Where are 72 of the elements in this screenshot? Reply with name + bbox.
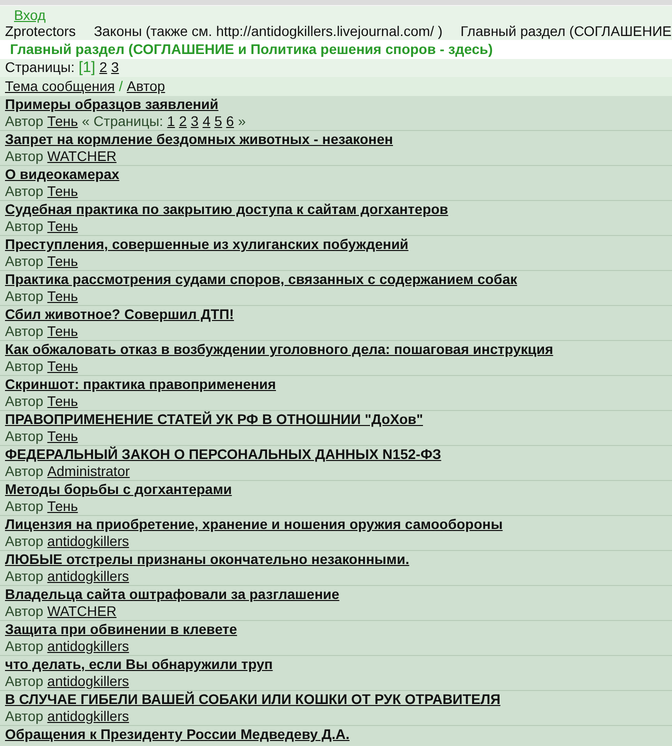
author-label: Автор (5, 288, 44, 305)
topic-link[interactable]: Судебная практика по закрытию доступа к сайтам догхантеров (5, 201, 448, 217)
topic-link[interactable]: ЛЮБЫЕ отстрелы признаны окончательно незаконными. (5, 551, 410, 567)
topic-link[interactable]: Лицензия на приобретение, хранение и ношения оружия самообороны (5, 516, 503, 532)
page-link[interactable]: 2 (178, 113, 187, 130)
author-label: Автор (5, 603, 44, 620)
breadcrumb-link[interactable]: Zprotectors (5, 23, 76, 40)
page-link[interactable]: 6 (226, 113, 234, 130)
author-label: Автор (5, 393, 44, 410)
page-link[interactable]: 1 (167, 113, 175, 130)
author-label: Автор (5, 673, 44, 690)
author-link[interactable]: antidogkillers (47, 568, 130, 585)
author-label: Автор (5, 218, 44, 235)
author-link[interactable]: Тень (47, 498, 78, 515)
page-link[interactable]: 2 (99, 59, 108, 77)
breadcrumb-link[interactable]: Законы (также см. http://antidogkillers.livejournal.com/ ) (94, 23, 443, 40)
author-link[interactable]: Тень (47, 183, 78, 200)
pages-label: Страницы: (5, 59, 75, 77)
author-link[interactable]: WATCHER (47, 148, 117, 165)
subpages-label: « Страницы: (82, 113, 164, 130)
author-label: Автор (5, 568, 44, 585)
author-label: Автор (5, 253, 44, 270)
author-label: Автор (5, 148, 44, 165)
author-link[interactable]: Тень (47, 393, 78, 410)
section-heading: Главный раздел (СОГЛАШЕНИЕ и Политика решения споров - здесь) (0, 40, 672, 59)
author-label: Автор (5, 183, 44, 200)
author-link[interactable]: Тень (47, 113, 78, 130)
author-link[interactable]: WATCHER (47, 603, 117, 620)
author-link[interactable]: Тень (47, 428, 78, 445)
author-label: Автор (5, 358, 44, 375)
author-column-link[interactable]: Автор (126, 78, 166, 96)
topic-link[interactable]: Преступления, совершенные из хулиганских побуждений (5, 236, 408, 252)
author-link[interactable]: Тень (47, 288, 78, 305)
author-label: Автор (5, 463, 44, 480)
author-link[interactable]: Тень (47, 358, 78, 375)
author-link[interactable]: Administrator (47, 463, 130, 480)
author-link[interactable]: Тень (47, 253, 78, 270)
topic-link[interactable]: ФЕДЕРАЛЬНЫЙ ЗАКОН О ПЕРСОНАЛЬНЫХ ДАННЫХ N152-ФЗ (5, 446, 442, 462)
topic-link[interactable]: что делать, если Вы обнаружили труп (5, 656, 273, 672)
author-label: Автор (5, 113, 44, 130)
topic-link[interactable]: Скриншот: практика правоприменения (5, 376, 276, 392)
topic-link[interactable]: О видеокамерах (5, 166, 120, 182)
topic-link[interactable]: Владельца сайта оштрафовали за разглашение (5, 586, 340, 602)
next-marker: » (238, 113, 246, 130)
column-separator: / (118, 78, 123, 96)
author-label: Автор (5, 323, 44, 340)
topic-link[interactable]: Сбил животное? Совершил ДТП! (5, 306, 234, 322)
author-link[interactable]: antidogkillers (47, 673, 130, 690)
page-link[interactable]: 3 (190, 113, 199, 130)
author-link[interactable]: Тень (47, 323, 78, 340)
author-label: Автор (5, 533, 44, 550)
page-link[interactable]: 5 (214, 113, 222, 130)
author-link[interactable]: antidogkillers (47, 708, 130, 725)
author-label: Автор (5, 428, 44, 445)
author-label: Автор (5, 638, 44, 655)
author-link[interactable]: antidogkillers (47, 533, 130, 550)
author-link[interactable]: Тень (47, 218, 78, 235)
topic-column-link[interactable]: Тема сообщения (5, 78, 115, 96)
author-label: Автор (5, 708, 44, 725)
author-link[interactable]: antidogkillers (47, 638, 130, 655)
topic-link[interactable]: Примеры образцов заявлений (5, 96, 218, 112)
topic-link[interactable]: Запрет на кормление бездомных животных - незаконен (5, 131, 393, 147)
topic-link[interactable]: В СЛУЧАЕ ГИБЕЛИ ВАШЕЙ СОБАКИ ИЛИ КОШКИ ОТ РУК ОТРАВИТЕЛЯ (5, 691, 500, 707)
page-link[interactable]: 4 (202, 113, 210, 130)
author-label: Автор (5, 498, 44, 515)
topic-link[interactable]: Как обжаловать отказ в возбуждении уголовного дела: пошаговая инструкция (5, 341, 554, 357)
topic-link[interactable]: Методы борьбы с догхантерами (5, 481, 232, 497)
breadcrumb-link[interactable]: Главный раздел (СОГЛАШЕНИЕ (460, 23, 672, 40)
topic-link[interactable]: ПРАВОПРИМЕНЕНИЕ СТАТЕЙ УК РФ В ОТНОШНИИ "ДоХов" (5, 411, 423, 427)
topic-link[interactable]: Защита при обвинении в клевете (5, 621, 238, 637)
page-link[interactable]: 3 (111, 59, 119, 77)
topic-link[interactable]: Практика рассмотрения судами споров, связанных с содержанием собак (5, 271, 518, 287)
